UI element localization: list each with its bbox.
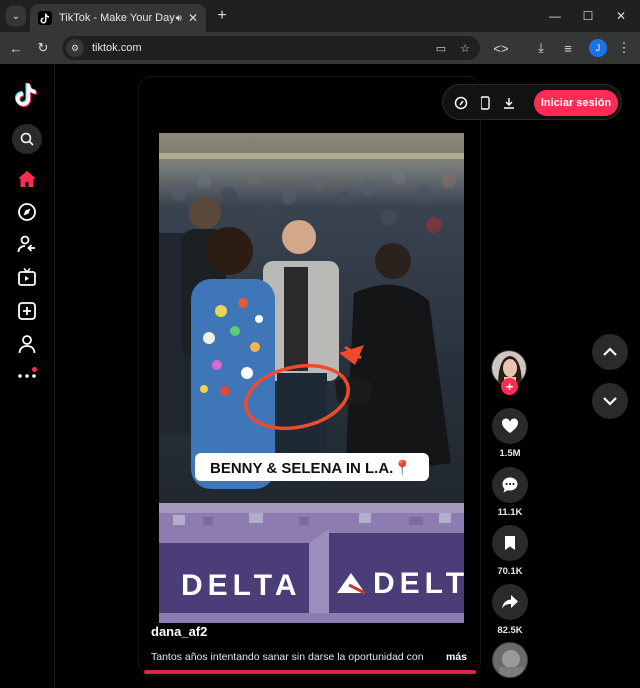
like-count: 1.5M [499, 448, 521, 459]
more-link[interactable]: más [446, 651, 467, 663]
browser-toolbar: ← ↻ ⚙ tiktok.com ▭ ☆ <> ⤓ ≡ J ⋮ [0, 32, 640, 64]
heart-icon [501, 418, 519, 433]
new-tab-button[interactable]: + [212, 6, 232, 26]
next-video-button[interactable] [592, 383, 628, 419]
author-name[interactable]: dana_af2 [151, 624, 207, 639]
reading-list-icon[interactable]: ≡ [558, 38, 578, 58]
follow-button[interactable]: + [501, 378, 518, 395]
share-count: 82.5K [497, 625, 523, 636]
tiktok-logo-icon[interactable] [14, 82, 40, 108]
comment-button[interactable] [492, 467, 528, 503]
video-frame-image: DELTA DELT BENNY & SELENA IN L.A.📍 [159, 133, 464, 623]
video-caption-overlay: BENNY & SELENA IN L.A.📍 [210, 459, 412, 477]
upload-icon[interactable] [15, 299, 39, 323]
video-player[interactable]: DELTA DELT BENNY & SELENA IN L.A.📍 [159, 133, 464, 623]
like-button[interactable] [492, 408, 528, 444]
profile-avatar[interactable]: J [589, 39, 607, 57]
creator-avatar[interactable]: + [491, 350, 529, 395]
delta-banner-left: DELTA [181, 569, 302, 602]
close-window-icon[interactable]: ✕ [611, 6, 631, 26]
speaker-icon[interactable]: 🔊︎ [176, 13, 182, 24]
bookmark-star-icon[interactable]: ☆ [456, 39, 474, 57]
chevron-up-icon [603, 347, 617, 356]
notification-dot [32, 367, 37, 372]
share-button[interactable] [492, 584, 528, 620]
search-button[interactable] [12, 124, 42, 154]
previous-video-button[interactable] [592, 334, 628, 370]
close-tab-icon[interactable]: ✕ [188, 11, 198, 25]
video-progress-bar[interactable] [144, 670, 476, 674]
tab-title: TikTok - Make Your Day [59, 12, 175, 24]
download-app-icon[interactable] [500, 94, 518, 112]
delta-banner-right: DELT [373, 567, 464, 600]
tiktok-favicon-icon [38, 11, 52, 25]
site-info-icon[interactable]: ⚙ [66, 39, 84, 57]
minimize-icon[interactable]: — [545, 6, 565, 26]
tiktok-page: Iniciar sesión DELTA DELT BENNY & SELENA… [0, 64, 640, 688]
search-icon [20, 132, 34, 146]
browser-menu-icon[interactable]: ⋮ [614, 38, 634, 58]
sidebar [0, 64, 55, 688]
explore-icon[interactable] [15, 200, 39, 224]
url-text[interactable]: tiktok.com [92, 42, 432, 54]
save-button[interactable] [492, 525, 528, 561]
download-icon[interactable]: ⤓ [531, 38, 551, 58]
following-icon[interactable] [15, 232, 39, 256]
tab-search-button[interactable]: ⌄ [6, 6, 26, 26]
back-icon[interactable]: ← [6, 38, 26, 58]
video-description: Tantos años intentando sanar sin darse l… [151, 651, 424, 663]
reload-icon[interactable]: ↻ [33, 38, 53, 58]
devtools-icon[interactable]: <> [491, 38, 511, 58]
browser-tab-strip: ⌄ TikTok - Make Your Day 🔊︎ ✕ + — ☐ ✕ [0, 0, 640, 32]
comment-icon [502, 477, 518, 493]
share-icon [502, 595, 518, 609]
cast-icon[interactable]: ▭ [432, 39, 450, 57]
home-icon[interactable] [15, 167, 39, 191]
bookmark-icon [505, 536, 515, 550]
browser-tab[interactable]: TikTok - Make Your Day 🔊︎ ✕ [30, 4, 206, 32]
comment-count: 11.1K [497, 507, 523, 518]
login-button[interactable]: Iniciar sesión [534, 90, 618, 116]
music-disc-icon[interactable] [492, 642, 528, 678]
profile-icon[interactable] [15, 332, 39, 356]
maximize-icon[interactable]: ☐ [578, 6, 598, 26]
live-icon[interactable] [15, 265, 39, 289]
more-icon[interactable] [15, 364, 39, 388]
chevron-down-icon [603, 397, 617, 406]
save-count: 70.1K [497, 566, 523, 577]
address-bar[interactable]: ⚙ tiktok.com ▭ ☆ [62, 36, 480, 60]
